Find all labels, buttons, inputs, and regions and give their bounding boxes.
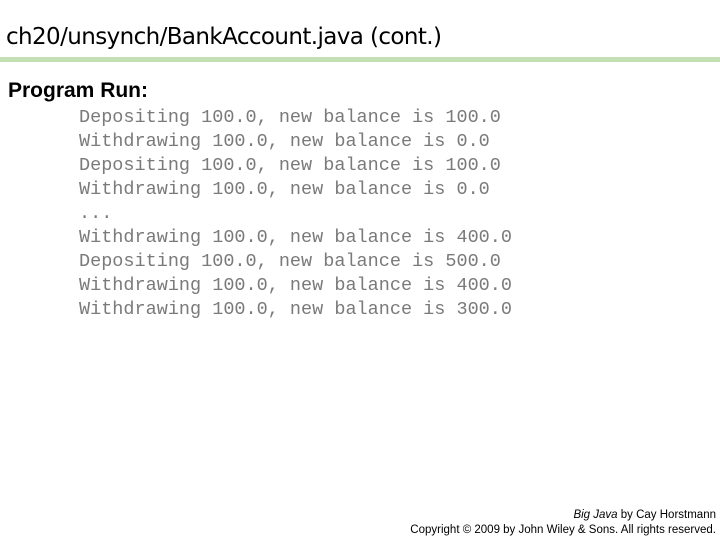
book-credit: Big Java by Cay Horstmann	[410, 508, 716, 523]
copyright: Copyright © 2009 by John Wiley & Sons. A…	[410, 524, 716, 536]
output-line: Depositing 100.0, new balance is 500.0	[79, 251, 501, 272]
footer: Big Java by Cay Horstmann Copyright © 20…	[410, 508, 716, 538]
output-line: Withdrawing 100.0, new balance is 0.0	[79, 179, 490, 200]
output-line: Depositing 100.0, new balance is 100.0	[79, 155, 501, 176]
output-line: Withdrawing 100.0, new balance is 300.0	[79, 299, 512, 320]
title-divider	[0, 57, 720, 62]
author: by Cay Horstmann	[617, 509, 716, 521]
program-run-heading: Program Run:	[8, 79, 149, 102]
output-line: Withdrawing 100.0, new balance is 400.0	[79, 227, 512, 248]
program-output: Depositing 100.0, new balance is 100.0 W…	[79, 106, 512, 322]
output-line: Withdrawing 100.0, new balance is 0.0	[79, 131, 490, 152]
slide-title: ch20/unsynch/BankAccount.java (cont.)	[6, 24, 442, 50]
output-line: Depositing 100.0, new balance is 100.0	[79, 107, 501, 128]
output-line: ...	[79, 203, 113, 224]
output-line: Withdrawing 100.0, new balance is 400.0	[79, 275, 512, 296]
book-title: Big Java	[573, 509, 618, 521]
